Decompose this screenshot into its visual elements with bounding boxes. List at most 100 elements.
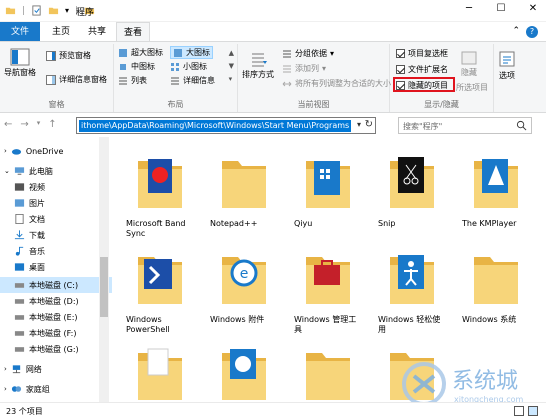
close-button[interactable]: ✕ <box>526 3 540 14</box>
fit-columns-button[interactable]: 将所有列调整为合适的大小 <box>282 78 391 89</box>
details-icon <box>171 77 179 84</box>
highlight-box <box>393 77 455 92</box>
layout-scroll-icon[interactable]: ▲ ▼ ▾ <box>229 47 234 86</box>
search-icon[interactable] <box>516 120 527 131</box>
path-input[interactable]: ithome\AppData\Roaming\Microsoft\Windows… <box>76 117 376 134</box>
layout-list[interactable]: 列表 <box>118 75 147 86</box>
large-icons-icon <box>174 48 182 57</box>
minimize-button[interactable]: ─ <box>462 3 476 14</box>
item-label: Windows PowerShell <box>126 315 170 334</box>
checkbox[interactable] <box>396 65 405 74</box>
path-dropdown-icon[interactable]: ▾ <box>357 120 361 129</box>
nav-pane-label: 导航窗格 <box>4 68 36 77</box>
chevron-right-icon[interactable]: › <box>4 365 7 373</box>
desktop-icon <box>14 263 25 271</box>
nav-item-onedrive[interactable]: › OneDrive <box>0 143 112 159</box>
file-extension-toggle[interactable]: 文件扩展名 <box>396 64 448 75</box>
drive-icon <box>14 347 25 352</box>
sort-icon <box>252 53 267 67</box>
dropdown-icon: ▾ <box>322 64 327 73</box>
up-icon[interactable]: ↑ <box>48 119 56 130</box>
layout-small-icons[interactable]: 小图标 <box>170 61 207 72</box>
large-icons-view-icon[interactable] <box>528 406 538 416</box>
details-view-icon[interactable] <box>514 406 524 416</box>
maximize-button[interactable]: ☐ <box>494 3 508 14</box>
fit-columns-icon <box>282 81 292 86</box>
nav-item-drive-c[interactable]: 本地磁盘 (C:) <box>0 277 112 293</box>
nav-item-downloads[interactable]: 下载 <box>0 227 112 243</box>
back-icon[interactable]: ← <box>4 119 12 130</box>
nav-item-documents[interactable]: 文档 <box>0 211 112 227</box>
hide-selected-button[interactable]: 隐藏 <box>460 50 478 78</box>
hide-label: 隐藏 <box>461 68 477 77</box>
drive-icon <box>14 331 25 336</box>
nav-item-pictures[interactable]: 图片 <box>0 195 112 211</box>
list-icon <box>119 77 127 84</box>
tab-share[interactable]: 共享 <box>80 22 114 42</box>
medium-icons-icon <box>120 63 126 70</box>
fit-columns-label: 将所有列调整为合适的大小 <box>295 79 391 88</box>
chevron-right-icon[interactable]: › <box>4 385 7 393</box>
new-folder-icon[interactable] <box>48 5 59 16</box>
preview-pane-button[interactable]: 预览窗格 <box>46 50 91 61</box>
nav-item-this-pc[interactable]: ⌄ 此电脑 <box>0 163 112 179</box>
nav-item-desktop[interactable]: 桌面 <box>0 259 112 275</box>
nav-pane-button[interactable]: 导航窗格 <box>4 48 36 78</box>
details-pane-icon <box>46 74 56 85</box>
folder-icon <box>222 349 266 400</box>
item-checkbox-toggle[interactable]: 项目复选框 <box>396 48 448 59</box>
preview-pane-label: 预览窗格 <box>59 51 91 60</box>
nav-item-videos[interactable]: 视频 <box>0 179 112 195</box>
nav-item-drive-e[interactable]: 本地磁盘 (E:) <box>0 309 112 325</box>
layout-xl-icons[interactable]: 超大图标 <box>118 47 163 58</box>
folder-icon <box>390 255 434 304</box>
nav-item-label: 此电脑 <box>28 166 53 176</box>
window-title: 程序 <box>76 8 95 18</box>
layout-medium-icons[interactable]: 中图标 <box>118 61 155 72</box>
nav-item-network[interactable]: › 网络 <box>0 361 112 377</box>
path-text[interactable]: ithome\AppData\Roaming\Microsoft\Windows… <box>79 120 352 132</box>
checkbox[interactable] <box>396 49 405 58</box>
qat-dropdown-icon[interactable]: ▾ <box>65 6 69 15</box>
chevron-right-icon[interactable]: › <box>4 147 7 155</box>
chevron-down-icon[interactable]: ⌄ <box>4 167 10 175</box>
details-pane-button[interactable]: 详细信息窗格 <box>46 74 107 85</box>
group-by-button[interactable]: 分组依据 ▾ <box>282 48 334 59</box>
help-icon[interactable]: ? <box>526 26 538 38</box>
layout-xl-label: 超大图标 <box>131 48 163 57</box>
add-column-button[interactable]: 添加列 ▾ <box>282 63 326 74</box>
separator: | <box>22 5 26 16</box>
drive-icon <box>14 315 25 320</box>
scroll-thumb[interactable] <box>100 257 108 317</box>
address-bar: ← → ▾ ↑ ithome\AppData\Roaming\Microsoft… <box>0 114 546 136</box>
nav-scrollbar[interactable] <box>99 137 109 402</box>
forward-icon[interactable]: → <box>20 119 28 130</box>
item-checkbox-label: 项目复选框 <box>408 49 448 58</box>
tab-file[interactable]: 文件 <box>0 22 40 42</box>
nav-item-drive-g[interactable]: 本地磁盘 (G:) <box>0 341 112 357</box>
nav-item-homegroup[interactable]: › 家庭组 <box>0 381 112 397</box>
nav-item-music[interactable]: 音乐 <box>0 243 112 259</box>
ribbon-group-layout: 超大图标 大图标 中图标 小图标 列表 详细信息 ▲ ▼ ▾ 布局 <box>114 44 238 112</box>
refresh-icon[interactable]: ↻ <box>365 119 373 130</box>
folder-icon[interactable] <box>5 5 16 16</box>
search-input[interactable]: 搜索"程序" <box>398 117 532 134</box>
layout-details-label: 详细信息 <box>183 76 215 85</box>
layout-large-icons[interactable]: 大图标 <box>170 46 213 59</box>
document-icon <box>15 214 24 224</box>
nav-item-label: 图片 <box>29 198 45 208</box>
layout-details[interactable]: 详细信息 <box>170 75 215 86</box>
ribbon-collapse-icon[interactable]: ⌃ <box>512 26 520 36</box>
properties-icon[interactable] <box>31 5 42 16</box>
layout-small-label: 小图标 <box>183 62 207 71</box>
computer-icon <box>14 167 24 175</box>
tab-home[interactable]: 主页 <box>44 22 78 42</box>
tab-view[interactable]: 查看 <box>116 22 150 42</box>
drive-icon <box>14 283 25 288</box>
nav-item-drive-f[interactable]: 本地磁盘 (F:) <box>0 325 112 341</box>
search-placeholder: 搜索"程序" <box>403 122 443 131</box>
nav-item-drive-d[interactable]: 本地磁盘 (D:) <box>0 293 112 309</box>
recent-icon[interactable]: ▾ <box>37 119 41 130</box>
sort-by-button[interactable]: 排序方式 <box>242 52 274 80</box>
options-button[interactable]: 选项 <box>498 50 516 81</box>
